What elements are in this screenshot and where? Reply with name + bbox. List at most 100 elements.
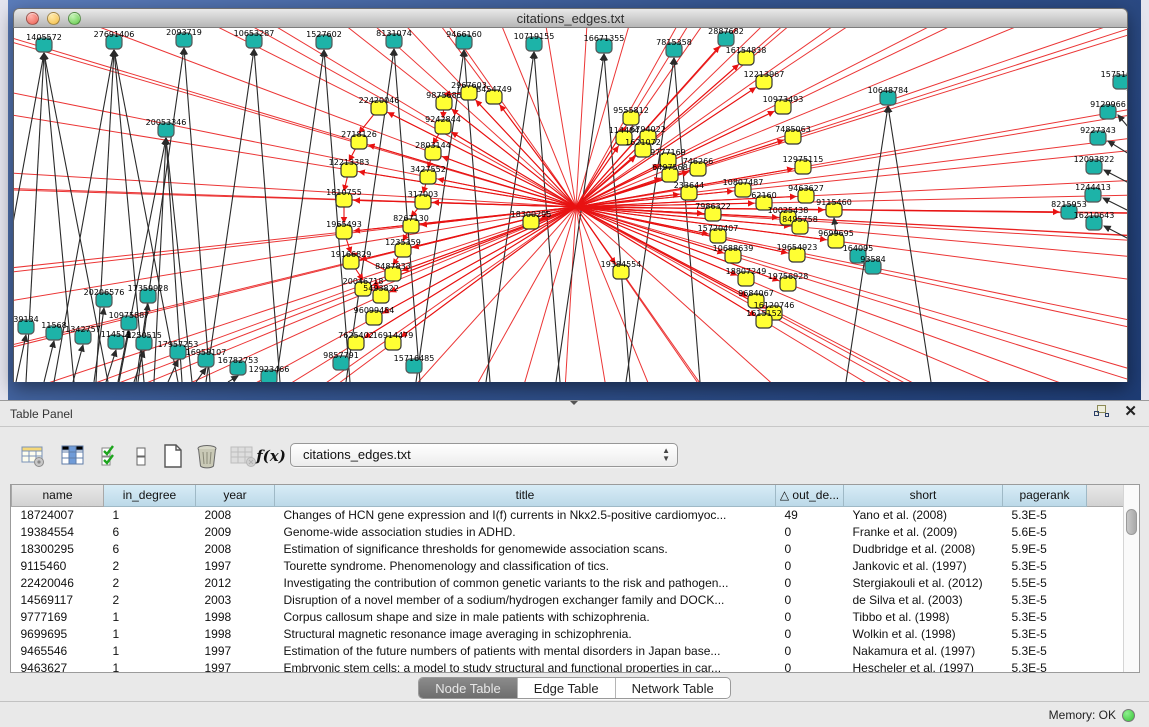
select-all-icon[interactable] xyxy=(96,441,126,471)
table-row[interactable]: 2242004622012Investigating the contribut… xyxy=(12,574,1124,591)
table-row[interactable]: 911546021997Tourette syndrome. Phenomeno… xyxy=(12,557,1124,574)
table-cell[interactable]: Tibbo et al. (1998) xyxy=(844,608,1003,625)
network-node[interactable]: 9115460 xyxy=(816,198,852,217)
table-cell[interactable]: 9699695 xyxy=(12,625,104,642)
network-node[interactable]: 10973493 xyxy=(763,95,804,114)
network-node[interactable]: 317003 xyxy=(408,190,439,209)
network-node[interactable]: 12923466 xyxy=(249,365,290,382)
citation-edge-black[interactable] xyxy=(44,341,54,382)
table-cell[interactable]: 5.3E-5 xyxy=(1003,591,1087,608)
citation-edge-black[interactable] xyxy=(16,335,26,382)
network-node[interactable]: 8131074 xyxy=(376,29,412,48)
network-node[interactable]: 15751074 xyxy=(1101,70,1128,89)
network-node[interactable]: 1810755 xyxy=(326,188,362,207)
citation-edge-red[interactable] xyxy=(413,207,576,248)
network-window[interactable]: citations_edges.txt xyxy=(13,8,1128,382)
network-node[interactable]: 7625402 xyxy=(338,331,374,350)
table-selector-dropdown[interactable]: citations_edges.txt ▲▼ xyxy=(290,443,678,467)
network-node[interactable]: 27691406 xyxy=(94,30,135,49)
column-header-title[interactable]: title xyxy=(275,485,776,506)
table-cell[interactable]: Jankovic et al. (1997) xyxy=(844,557,1003,574)
table-row[interactable]: 977716911998Corpus callosum shape and si… xyxy=(12,608,1124,625)
function-builder-icon[interactable]: f(x) xyxy=(256,441,286,471)
network-node[interactable]: 10975887 xyxy=(109,311,150,330)
table-cell[interactable]: 0 xyxy=(776,557,844,574)
table-cell[interactable]: 1 xyxy=(104,659,196,672)
citation-network-graph[interactable]: 1405572276914062093719106532871527602813… xyxy=(14,28,1128,382)
network-node[interactable]: 15716485 xyxy=(394,354,435,373)
delete-icon[interactable] xyxy=(192,441,222,471)
table-cell[interactable]: 2008 xyxy=(196,506,275,523)
citation-edge-black[interactable] xyxy=(254,49,280,382)
table-row[interactable]: 946554611997Estimation of the future num… xyxy=(12,642,1124,659)
network-node[interactable]: 9555812 xyxy=(613,106,649,125)
table-cell[interactable]: 9115460 xyxy=(12,557,104,574)
table-cell[interactable]: 18300295 xyxy=(12,540,104,557)
table-cell[interactable]: Hescheler et al. (1997) xyxy=(844,659,1003,672)
table-cell[interactable]: 2009 xyxy=(196,523,275,540)
table-row[interactable]: 1938455462009Genome-wide association stu… xyxy=(12,523,1124,540)
citation-edge-black[interactable] xyxy=(1103,198,1128,211)
scrollbar-thumb[interactable] xyxy=(1126,509,1137,535)
table-cell[interactable]: Investigating the contribution of common… xyxy=(275,574,776,591)
column-header-year[interactable]: year xyxy=(196,485,275,506)
table-cell[interactable]: 1997 xyxy=(196,557,275,574)
network-node[interactable]: 16671355 xyxy=(584,34,625,53)
table-cell[interactable]: 5.3E-5 xyxy=(1003,659,1087,672)
citation-edge-black[interactable] xyxy=(196,368,206,382)
tab-edge-table[interactable]: Edge Table xyxy=(517,678,615,698)
network-node[interactable]: 1405572 xyxy=(26,33,62,52)
table-cell[interactable]: 0 xyxy=(776,540,844,557)
new-file-icon[interactable] xyxy=(158,441,188,471)
network-node[interactable]: 12093822 xyxy=(1074,155,1115,174)
column-header-short[interactable]: short xyxy=(844,485,1003,506)
table-vertical-scrollbar[interactable] xyxy=(1123,485,1139,672)
network-node[interactable]: 8454749 xyxy=(476,85,512,104)
table-settings-icon[interactable] xyxy=(18,441,48,471)
table-cell[interactable]: 5.3E-5 xyxy=(1003,608,1087,625)
table-cell[interactable]: Disruption of a novel member of a sodium… xyxy=(275,591,776,608)
network-node[interactable]: 2887682 xyxy=(708,28,744,46)
table-cell[interactable]: 5.9E-5 xyxy=(1003,540,1087,557)
column-header-in_degree[interactable]: in_degree xyxy=(104,485,196,506)
table-cell[interactable]: Changes of HCN gene expression and I(f) … xyxy=(275,506,776,523)
table-cell[interactable]: 0 xyxy=(776,659,844,672)
citation-edge-black[interactable] xyxy=(1104,226,1128,239)
table-cell[interactable]: 2 xyxy=(104,557,196,574)
table-cell[interactable]: 0 xyxy=(776,642,844,659)
table-cell[interactable]: Wolkin et al. (1998) xyxy=(844,625,1003,642)
table-cell[interactable]: Franke et al. (2009) xyxy=(844,523,1003,540)
table-cell[interactable]: Genome-wide association studies in ADHD. xyxy=(275,523,776,540)
table-cell[interactable]: 9463627 xyxy=(12,659,104,672)
table-cell[interactable]: 0 xyxy=(776,591,844,608)
column-header-out_de[interactable]: △ out_de... xyxy=(776,485,844,506)
table-cell[interactable]: 0 xyxy=(776,574,844,591)
citation-edge-red[interactable] xyxy=(14,165,576,207)
table-cell[interactable]: Estimation of the future numbers of pati… xyxy=(275,642,776,659)
table-cell[interactable]: 1997 xyxy=(196,659,275,672)
table-cell[interactable]: Stergiakouli et al. (2012) xyxy=(844,574,1003,591)
network-canvas[interactable]: 1405572276914062093719106532871527602813… xyxy=(13,28,1128,382)
citation-edge-red[interactable] xyxy=(401,207,576,337)
table-cell[interactable]: 14569117 xyxy=(12,591,104,608)
table-cell[interactable]: 2 xyxy=(104,591,196,608)
citation-edge-red[interactable] xyxy=(442,157,576,207)
network-node[interactable]: 1235359 xyxy=(385,238,421,257)
table-row[interactable]: 1456911722003Disruption of a novel membe… xyxy=(12,591,1124,608)
network-node[interactable]: 18807249 xyxy=(726,267,767,286)
table-cell[interactable]: 5.6E-5 xyxy=(1003,523,1087,540)
citation-edge-black[interactable] xyxy=(1118,115,1128,128)
citation-edge-black[interactable] xyxy=(73,345,83,382)
table-cell[interactable]: 5.3E-5 xyxy=(1003,557,1087,574)
table-cell[interactable]: 9465546 xyxy=(12,642,104,659)
table-cell[interactable]: 6 xyxy=(104,523,196,540)
column-visibility-icon[interactable] xyxy=(58,441,88,471)
column-header-pagerank[interactable]: pagerank xyxy=(1003,485,1087,506)
table-cell[interactable]: 1 xyxy=(104,608,196,625)
table-cell[interactable]: Structural magnetic resonance image aver… xyxy=(275,625,776,642)
network-node[interactable]: 16210643 xyxy=(1074,211,1115,230)
citation-edge-black[interactable] xyxy=(888,106,931,382)
table-cell[interactable]: 5.3E-5 xyxy=(1003,625,1087,642)
table-cell[interactable]: 6 xyxy=(104,540,196,557)
tab-network-table[interactable]: Network Table xyxy=(615,678,730,698)
